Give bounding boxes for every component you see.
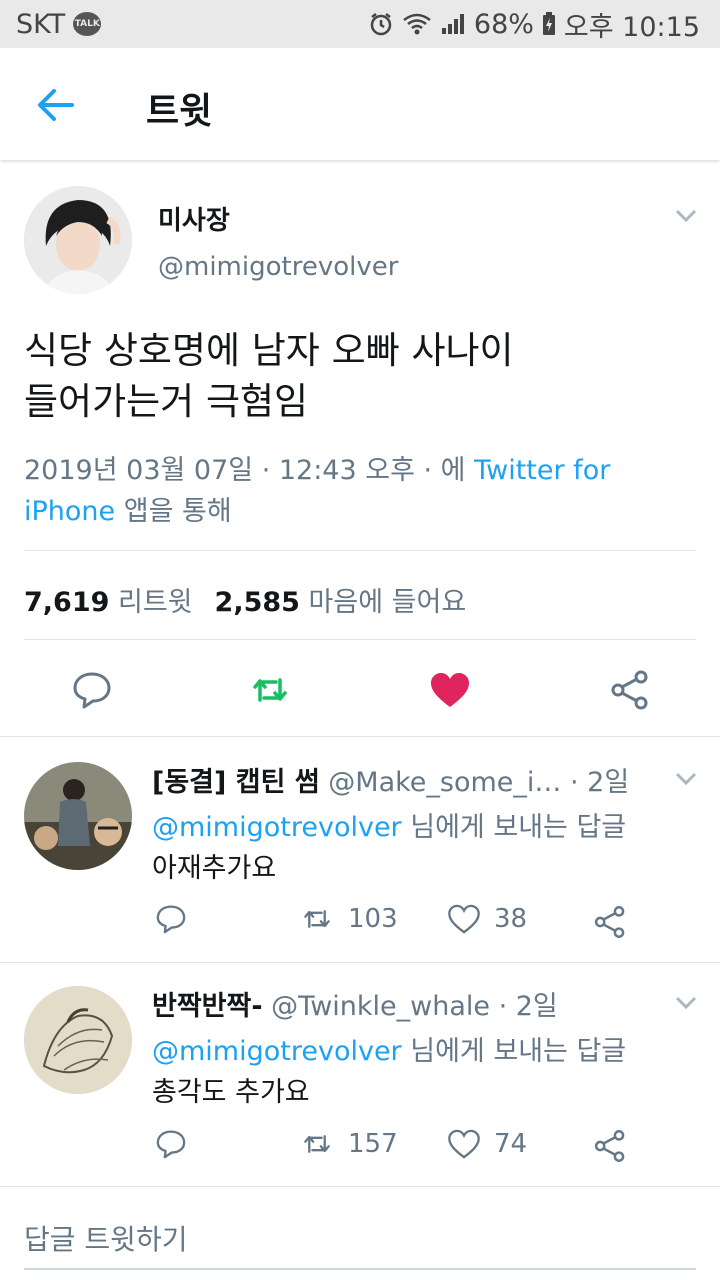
reply-icon[interactable]	[70, 668, 114, 712]
chevron-down-icon[interactable]	[675, 209, 697, 223]
reply-author-handle[interactable]: @Twinkle_whale	[271, 991, 490, 1022]
reply-header: [동결] 캡틴 썸 @Make_some_i… · 2일	[152, 760, 629, 799]
reply-icon[interactable]	[154, 902, 188, 936]
reply-text: 총각도 추가요	[152, 1077, 310, 1108]
reply-retweet-action[interactable]: 103	[298, 902, 398, 936]
reply-like-action[interactable]: 38	[446, 902, 527, 936]
retweet-icon[interactable]	[298, 1127, 336, 1161]
tweet-date: 2019년 03월 07일 · 12:43 오후 · 에	[24, 455, 475, 486]
reply-author-name[interactable]: [동결] 캡틴 썸	[152, 767, 320, 798]
alarm-icon	[370, 13, 392, 36]
tweet-source-link-cont[interactable]: iPhone	[24, 496, 115, 527]
like-count[interactable]: 2,585 마음에 들어요	[215, 580, 467, 619]
retweet-count[interactable]: 7,619 리트윗	[24, 580, 193, 619]
signal-icon	[441, 14, 464, 34]
reply-to-line: @mimigotrevolver 님에게 보내는 답글	[152, 1029, 626, 1068]
reply-like-action[interactable]: 74	[446, 1127, 527, 1161]
avatar[interactable]	[24, 186, 132, 294]
reply-retweet-count: 103	[348, 904, 398, 934]
reply-to-handle[interactable]: @mimigotrevolver	[152, 812, 402, 843]
retweet-icon[interactable]	[298, 902, 336, 936]
tweet-text-line: 들어가는거 극혐임	[24, 380, 309, 423]
reply-like-count: 74	[494, 1129, 528, 1159]
separator	[0, 962, 720, 963]
avatar[interactable]	[24, 986, 132, 1094]
reply-to-suffix: 님에게 보내는 답글	[401, 1036, 627, 1067]
share-icon[interactable]	[592, 1128, 628, 1164]
reply-author-handle[interactable]: @Make_some_i…	[328, 767, 561, 798]
tweet-source-suffix: 앱을 통해	[115, 496, 232, 527]
reply-compose-input[interactable]: 답글 트윗하기	[24, 1218, 187, 1258]
reply-time: · 2일	[561, 767, 630, 798]
reply-icon[interactable]	[154, 1127, 188, 1161]
reply-author-name[interactable]: 반짝반짝-	[152, 991, 263, 1022]
divider	[24, 639, 696, 640]
chevron-down-icon[interactable]	[675, 772, 697, 786]
share-icon[interactable]	[608, 668, 652, 712]
reply-to-suffix: 님에게 보내는 답글	[401, 812, 627, 843]
battery-percent: 68%	[473, 8, 534, 40]
like-icon[interactable]	[428, 668, 472, 712]
back-arrow-icon[interactable]	[36, 88, 76, 122]
battery-charging-icon	[542, 12, 555, 35]
reply-to-handle[interactable]: @mimigotrevolver	[152, 1036, 402, 1067]
reply-reply-action[interactable]	[154, 1127, 188, 1161]
avatar[interactable]	[24, 762, 132, 870]
chevron-down-icon[interactable]	[675, 996, 697, 1010]
tweet-text-line: 식당 상호명에 남자 오빠 사나이	[24, 329, 514, 372]
clock: 오후 10:15	[563, 11, 700, 43]
reply-header: 반짝반짝- @Twinkle_whale · 2일	[152, 984, 558, 1023]
tweet-source-link[interactable]: Twitter for	[474, 455, 610, 486]
heart-outline-icon[interactable]	[446, 1127, 482, 1161]
reply-to-line: @mimigotrevolver 님에게 보내는 답글	[152, 805, 626, 844]
tweet-author-handle[interactable]: @mimigotrevolver	[158, 252, 398, 282]
wifi-icon	[403, 13, 431, 35]
share-icon[interactable]	[592, 904, 628, 940]
carrier-label: SKT	[16, 8, 66, 40]
reply-retweet-count: 157	[348, 1129, 398, 1159]
page-title: 트윗	[146, 91, 213, 132]
retweet-icon[interactable]	[248, 668, 292, 712]
heart-outline-icon[interactable]	[446, 902, 482, 936]
tweet-text: 식당 상호명에 남자 오빠 사나이 들어가는거 극혐임	[24, 325, 694, 427]
tweet-author-name[interactable]: 미사장	[158, 200, 230, 237]
reply-text: 아재추가요	[152, 853, 277, 884]
divider	[24, 550, 696, 551]
reply-like-count: 38	[494, 904, 528, 934]
kakaotalk-icon: TALK	[73, 12, 102, 36]
reply-retweet-action[interactable]: 157	[298, 1127, 398, 1161]
reply-reply-action[interactable]	[154, 902, 188, 936]
tweet-stats: 7,619 리트윗 2,585 마음에 들어요	[24, 580, 466, 619]
separator	[0, 1186, 720, 1187]
tweet-meta: 2019년 03월 07일 · 12:43 오후 · 에 Twitter for…	[24, 450, 694, 532]
separator	[0, 736, 720, 737]
status-bar: SKT TALK 68% 오후 10:15	[0, 0, 720, 48]
app-bar: 트윗	[0, 48, 720, 160]
reply-time: · 2일	[490, 991, 558, 1022]
compose-underline	[24, 1268, 696, 1270]
